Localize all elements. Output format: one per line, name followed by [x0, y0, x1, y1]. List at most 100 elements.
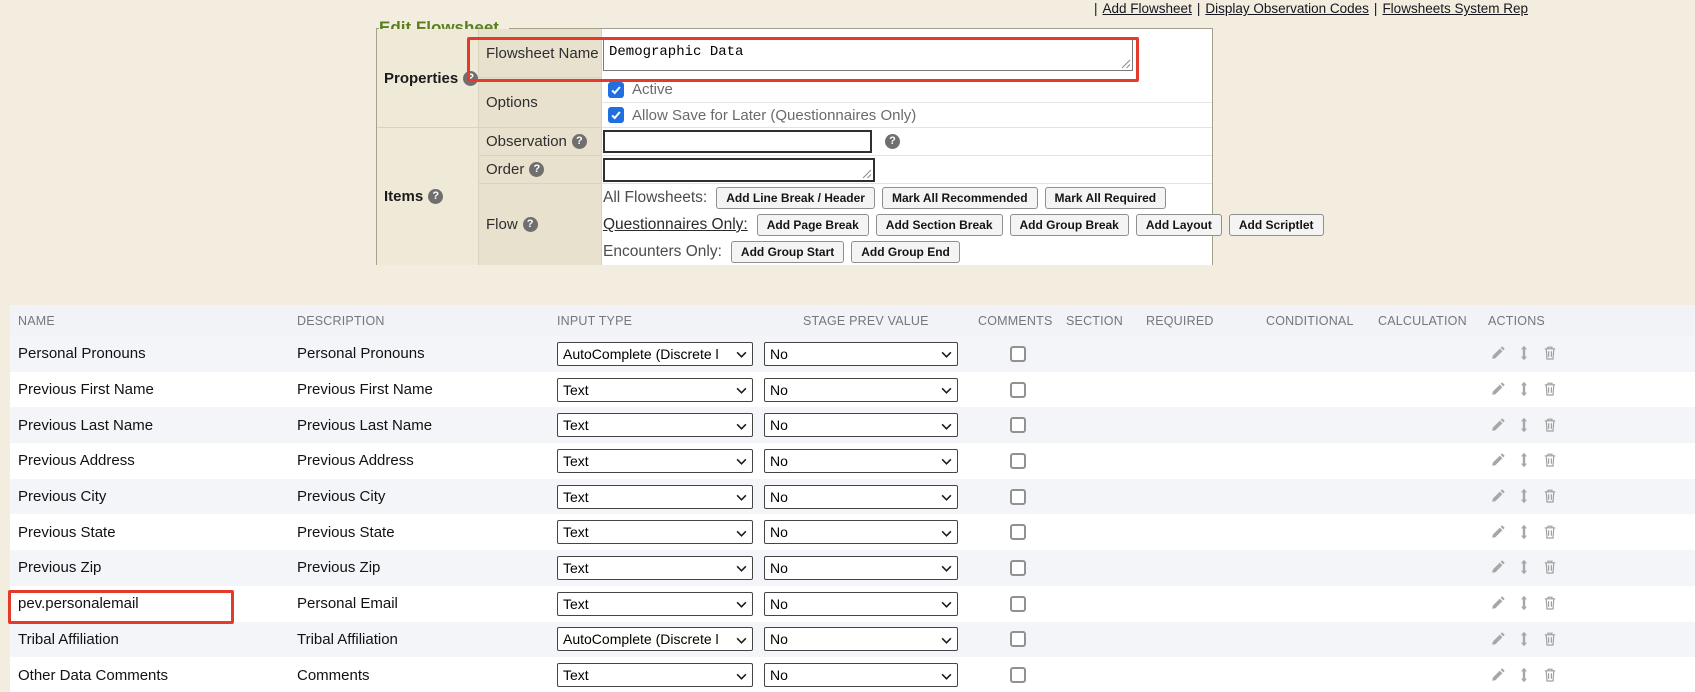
reorder-updown-icon[interactable]: [1516, 524, 1533, 541]
delete-trash-icon[interactable]: [1542, 631, 1559, 648]
delete-trash-icon[interactable]: [1542, 667, 1559, 684]
order-input[interactable]: [603, 158, 875, 182]
mark-all-recommended-button[interactable]: Mark All Recommended: [882, 187, 1038, 209]
column-header-actions: ACTIONS: [1488, 314, 1695, 328]
stage-prev-value-select[interactable]: No: [764, 663, 958, 687]
delete-trash-icon[interactable]: [1542, 559, 1559, 576]
add-group-end-button[interactable]: Add Group End: [851, 241, 960, 263]
comments-checkbox[interactable]: [1010, 667, 1026, 683]
input-type-select[interactable]: Text: [557, 413, 753, 437]
add-scriptlet-button[interactable]: Add Scriptlet: [1229, 214, 1324, 236]
nav-link-display-observation-codes[interactable]: Display Observation Codes: [1205, 1, 1369, 16]
stage-prev-value-select[interactable]: No: [764, 342, 958, 366]
input-type-select[interactable]: Text: [557, 592, 753, 616]
input-type-select[interactable]: Text: [557, 449, 753, 473]
stage-prev-value: No: [770, 560, 788, 576]
resize-grip-icon[interactable]: [1121, 59, 1131, 69]
input-type-select[interactable]: Text: [557, 663, 753, 687]
stage-prev-value-select[interactable]: No: [764, 520, 958, 544]
delete-trash-icon[interactable]: [1542, 417, 1559, 434]
reorder-updown-icon[interactable]: [1516, 417, 1533, 434]
delete-trash-icon[interactable]: [1542, 595, 1559, 612]
stage-prev-value-select[interactable]: No: [764, 556, 958, 580]
add-layout-button[interactable]: Add Layout: [1136, 214, 1222, 236]
help-icon[interactable]: ?: [885, 134, 900, 149]
comments-checkbox[interactable]: [1010, 453, 1026, 469]
comments-checkbox[interactable]: [1010, 596, 1026, 612]
order-label: Order ?: [478, 155, 601, 183]
comments-checkbox[interactable]: [1010, 631, 1026, 647]
item-description: Previous First Name: [297, 381, 433, 398]
edit-pencil-icon[interactable]: [1490, 452, 1507, 469]
stage-prev-value-select[interactable]: No: [764, 592, 958, 616]
comments-checkbox[interactable]: [1010, 417, 1026, 433]
input-type-select[interactable]: AutoComplete (Discrete l: [557, 342, 753, 366]
reorder-updown-icon[interactable]: [1516, 667, 1533, 684]
nav-link-add-flowsheet[interactable]: Add Flowsheet: [1103, 1, 1192, 16]
reorder-updown-icon[interactable]: [1516, 452, 1533, 469]
delete-trash-icon[interactable]: [1542, 381, 1559, 398]
add-group-start-button[interactable]: Add Group Start: [731, 241, 844, 263]
edit-pencil-icon[interactable]: [1490, 345, 1507, 362]
help-icon[interactable]: ?: [463, 71, 478, 86]
edit-pencil-icon[interactable]: [1490, 381, 1507, 398]
comments-checkbox[interactable]: [1010, 524, 1026, 540]
stage-prev-value: No: [770, 524, 788, 540]
comments-checkbox[interactable]: [1010, 560, 1026, 576]
checkbox-checked-icon[interactable]: [608, 107, 624, 123]
add-line-break-header-button[interactable]: Add Line Break / Header: [716, 187, 875, 209]
input-type-select[interactable]: Text: [557, 556, 753, 580]
items-label-text: Items: [384, 188, 423, 205]
nav-link-flowsheets-system-rep[interactable]: Flowsheets System Rep: [1382, 1, 1528, 16]
input-type-select[interactable]: Text: [557, 378, 753, 402]
edit-pencil-icon[interactable]: [1490, 488, 1507, 505]
edit-pencil-icon[interactable]: [1490, 595, 1507, 612]
stage-prev-value-select[interactable]: No: [764, 413, 958, 437]
delete-trash-icon[interactable]: [1542, 345, 1559, 362]
item-description: Previous Address: [297, 452, 414, 469]
add-group-break-button[interactable]: Add Group Break: [1010, 214, 1129, 236]
stage-prev-value-select[interactable]: No: [764, 485, 958, 509]
reorder-updown-icon[interactable]: [1516, 559, 1533, 576]
mark-all-required-button[interactable]: Mark All Required: [1045, 187, 1167, 209]
comments-checkbox[interactable]: [1010, 346, 1026, 362]
item-description: Personal Email: [297, 595, 398, 612]
comments-checkbox[interactable]: [1010, 489, 1026, 505]
add-section-break-button[interactable]: Add Section Break: [876, 214, 1003, 236]
reorder-updown-icon[interactable]: [1516, 595, 1533, 612]
comments-checkbox[interactable]: [1010, 382, 1026, 398]
reorder-updown-icon[interactable]: [1516, 631, 1533, 648]
help-icon[interactable]: ?: [529, 162, 544, 177]
edit-pencil-icon[interactable]: [1490, 417, 1507, 434]
input-type-select[interactable]: AutoComplete (Discrete l: [557, 627, 753, 651]
input-type-value: Text: [563, 524, 589, 540]
stage-prev-value-select[interactable]: No: [764, 449, 958, 473]
checkbox-checked-icon[interactable]: [608, 82, 624, 98]
chevron-down-icon: [736, 601, 747, 608]
edit-pencil-icon[interactable]: [1490, 631, 1507, 648]
input-type-select[interactable]: Text: [557, 520, 753, 544]
delete-trash-icon[interactable]: [1542, 452, 1559, 469]
stage-prev-value-select[interactable]: No: [764, 627, 958, 651]
add-page-break-button[interactable]: Add Page Break: [757, 214, 869, 236]
reorder-updown-icon[interactable]: [1516, 488, 1533, 505]
table-row: Tribal Affiliation Tribal Affiliation Au…: [10, 622, 1695, 658]
stage-prev-value-select[interactable]: No: [764, 378, 958, 402]
help-icon[interactable]: ?: [523, 217, 538, 232]
edit-pencil-icon[interactable]: [1490, 559, 1507, 576]
reorder-updown-icon[interactable]: [1516, 345, 1533, 362]
item-name: Personal Pronouns: [18, 345, 146, 362]
edit-pencil-icon[interactable]: [1490, 667, 1507, 684]
resize-grip-icon[interactable]: [862, 169, 872, 179]
delete-trash-icon[interactable]: [1542, 488, 1559, 505]
observation-input[interactable]: [603, 130, 872, 153]
delete-trash-icon[interactable]: [1542, 524, 1559, 541]
reorder-updown-icon[interactable]: [1516, 381, 1533, 398]
flowsheet-name-input[interactable]: Demographic Data: [603, 39, 1133, 71]
chevron-down-icon: [941, 423, 952, 430]
edit-pencil-icon[interactable]: [1490, 524, 1507, 541]
help-icon[interactable]: ?: [428, 189, 443, 204]
help-icon[interactable]: ?: [572, 134, 587, 149]
input-type-select[interactable]: Text: [557, 485, 753, 509]
edit-flowsheet-panel: Edit Flowsheet Properties ? Items ? Flow…: [376, 28, 1213, 265]
